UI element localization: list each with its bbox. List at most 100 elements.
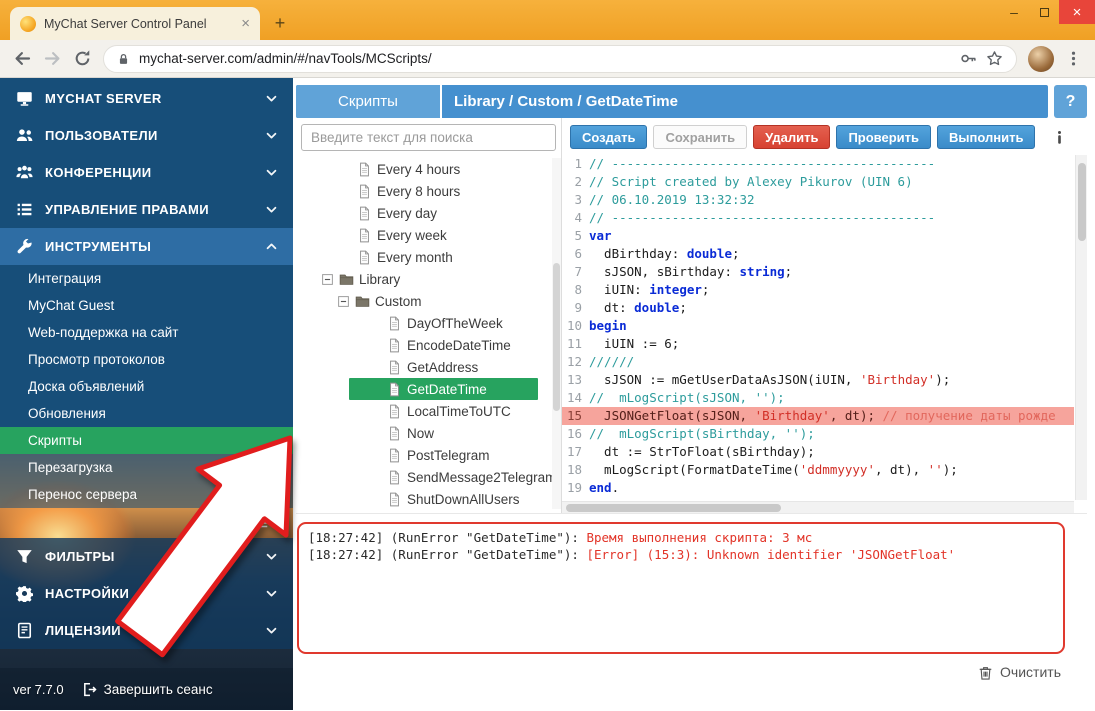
editor-toolbar: СоздатьСохранитьУдалитьПроверитьВыполнит…: [562, 124, 1087, 150]
sidebar-subitem[interactable]: Просмотр протоколов: [0, 346, 293, 373]
code-line: 7 sJSON, sBirthday: string;: [562, 263, 1074, 281]
info-icon[interactable]: [1052, 130, 1067, 145]
sidebar-item-tools[interactable]: ИНСТРУМЕНТЫ: [0, 228, 293, 265]
file-icon: [387, 448, 402, 463]
toolbar-button-disabled: Сохранить: [653, 125, 747, 149]
toolbar-button-blue[interactable]: Проверить: [836, 125, 931, 149]
chevron-down-icon: [265, 550, 278, 563]
tree-scrollbar[interactable]: [552, 158, 561, 509]
tree-item[interactable]: GetDateTime: [349, 378, 538, 400]
bookmark-star-icon[interactable]: [986, 50, 1003, 67]
tree-item[interactable]: Every 4 hours: [301, 158, 556, 180]
file-icon: [387, 470, 402, 485]
forum-link[interactable]: Форум: [0, 508, 293, 538]
editor-vscroll-thumb[interactable]: [1078, 163, 1086, 241]
tree-scrollbar-thumb[interactable]: [553, 263, 560, 410]
back-icon[interactable]: [13, 49, 32, 68]
help-button[interactable]: ?: [1054, 85, 1087, 118]
logout-button[interactable]: Завершить сеанс: [82, 682, 213, 697]
forward-icon: [43, 49, 62, 68]
sidebar-item-licenses[interactable]: ЛИЦЕНЗИИ: [0, 612, 293, 649]
mychat-favicon: [20, 16, 36, 32]
script-search-input[interactable]: [301, 124, 556, 151]
tree-item[interactable]: Every month: [301, 246, 556, 268]
sidebar-subitem[interactable]: Доска объявлений: [0, 373, 293, 400]
tree-item[interactable]: LocalTimeToUTC: [301, 400, 556, 422]
tree-item[interactable]: EncodeDateTime: [301, 334, 556, 356]
window-close-button[interactable]: ×: [1059, 0, 1095, 24]
sidebar-item-server[interactable]: MYCHAT SERVER: [0, 80, 293, 117]
sidebar-subitem[interactable]: Web-поддержка на сайт: [0, 319, 293, 346]
scripts-tree-panel: Every 4 hoursEvery 8 hoursEvery dayEvery…: [296, 118, 562, 513]
file-icon: [357, 228, 372, 243]
tab-close-icon[interactable]: ×: [241, 16, 250, 31]
line-number: 7: [562, 263, 589, 281]
browser-profile-avatar[interactable]: [1028, 46, 1054, 72]
sidebar-item-label: ЛИЦЕНЗИИ: [45, 623, 253, 638]
sidebar-subitem[interactable]: Обновления: [0, 400, 293, 427]
main-area: Скрипты Library / Custom / GetDateTime ?…: [293, 78, 1095, 710]
sidebar-subitem[interactable]: MyChat Guest: [0, 292, 293, 319]
code-line: 13 sJSON := mGetUserDataAsJSON(iUIN, 'Bi…: [562, 371, 1074, 389]
sidebar-item-users[interactable]: ПОЛЬЗОВАТЕЛИ: [0, 117, 293, 154]
sidebar-item-settings[interactable]: НАСТРОЙКИ: [0, 575, 293, 612]
code-text: sJSON := mGetUserDataAsJSON(iUIN, 'Birth…: [589, 371, 950, 389]
code-text: dt: double;: [589, 299, 687, 317]
expander-minus-icon[interactable]: [337, 295, 350, 308]
toolbar-button-blue[interactable]: Создать: [570, 125, 647, 149]
tree-item[interactable]: Every week: [301, 224, 556, 246]
tree-item[interactable]: SendMessage2Telegram: [301, 466, 556, 488]
tools-icon: [16, 238, 33, 255]
password-key-icon[interactable]: [960, 50, 977, 67]
browser-menu-icon[interactable]: [1065, 50, 1082, 67]
tree-item[interactable]: Now: [301, 422, 556, 444]
file-icon: [387, 382, 402, 397]
tree-item[interactable]: Custom: [301, 290, 556, 312]
tree-item[interactable]: GetAddress: [301, 356, 556, 378]
expander-minus-icon[interactable]: [321, 273, 334, 286]
sidebar-item-permissions[interactable]: УПРАВЛЕНИЕ ПРАВАМИ: [0, 191, 293, 228]
sidebar-subitem[interactable]: Перезагрузка: [0, 454, 293, 481]
editor-vertical-scrollbar[interactable]: [1075, 155, 1087, 500]
licenses-icon: [16, 622, 33, 639]
window-minimize-button[interactable]: –: [999, 0, 1029, 24]
code-line: 16// mLogScript(sBirthday, '');: [562, 425, 1074, 443]
folder-icon: [355, 294, 370, 309]
line-number: 10: [562, 317, 589, 335]
sidebar-subitem[interactable]: Скрипты: [0, 427, 293, 454]
sidebar-item-filters[interactable]: ФИЛЬТРЫ: [0, 538, 293, 575]
window-maximize-button[interactable]: [1029, 0, 1059, 24]
chevron-up-icon: [265, 240, 278, 253]
line-number: 13: [562, 371, 589, 389]
new-tab-button[interactable]: +: [266, 11, 294, 35]
tree-item[interactable]: Library: [301, 268, 556, 290]
editor-horizontal-scrollbar[interactable]: [562, 501, 1074, 513]
clear-log-button[interactable]: Очистить: [1000, 664, 1061, 680]
code-line: 4// ------------------------------------…: [562, 209, 1074, 227]
toolbar-button-red[interactable]: Удалить: [753, 125, 830, 149]
line-number: 9: [562, 299, 589, 317]
code-text: iUIN: integer;: [589, 281, 709, 299]
tree-item[interactable]: PostTelegram: [301, 444, 556, 466]
filters-icon: [16, 548, 33, 565]
url-text[interactable]: mychat-server.com/admin/#/navTools/MCScr…: [139, 51, 951, 66]
toolbar-button-blue[interactable]: Выполнить: [937, 125, 1035, 149]
scripts-tab[interactable]: Скрипты: [296, 85, 442, 118]
tools-submenu: ИнтеграцияMyChat GuestWeb-поддержка на с…: [0, 265, 293, 508]
reload-icon[interactable]: [73, 49, 92, 68]
file-icon: [357, 206, 372, 221]
address-bar[interactable]: mychat-server.com/admin/#/navTools/MCScr…: [103, 45, 1017, 73]
sidebar-subitem[interactable]: Перенос сервера: [0, 481, 293, 508]
tree-item[interactable]: Every 8 hours: [301, 180, 556, 202]
tree-item[interactable]: ShutDownAllUsers: [301, 488, 556, 510]
line-number: 11: [562, 335, 589, 353]
editor-hscroll-thumb[interactable]: [566, 504, 781, 512]
code-text: // Script created by Alexey Pikurov (UIN…: [589, 173, 913, 191]
sidebar-item-conference[interactable]: КОНФЕРЕНЦИИ: [0, 154, 293, 191]
code-text: // -------------------------------------…: [589, 209, 935, 227]
tree-item[interactable]: DayOfTheWeek: [301, 312, 556, 334]
tree-item[interactable]: Every day: [301, 202, 556, 224]
code-editor[interactable]: 1// ------------------------------------…: [562, 155, 1087, 513]
sidebar-subitem[interactable]: Интеграция: [0, 265, 293, 292]
browser-tab[interactable]: MyChat Server Control Panel ×: [10, 7, 260, 40]
